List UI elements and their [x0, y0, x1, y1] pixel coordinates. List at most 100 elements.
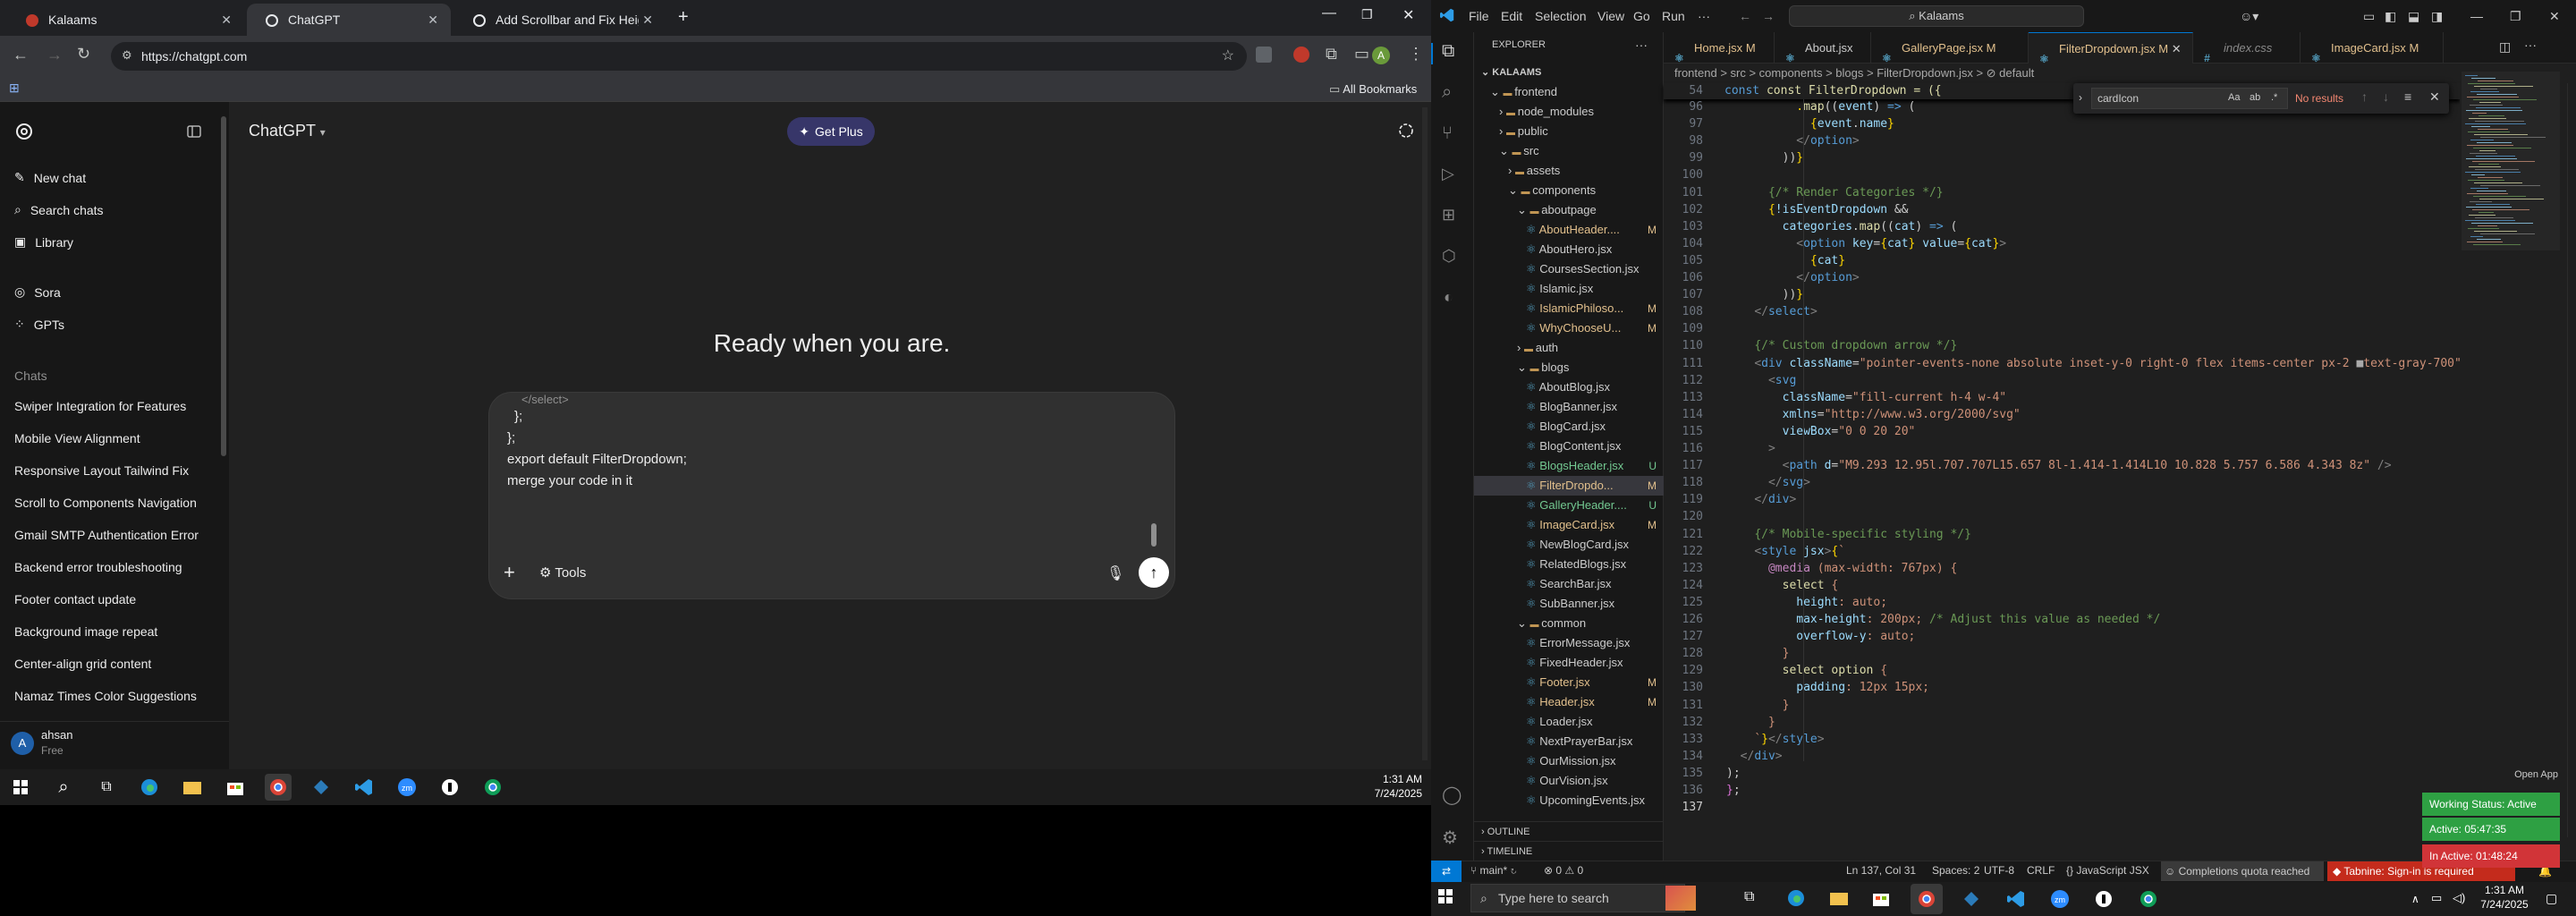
- match-case-icon[interactable]: Aa: [2228, 92, 2240, 103]
- chrome-tab-chatgpt[interactable]: ChatGPT ✕: [247, 4, 451, 36]
- file-tree-file[interactable]: ⚛ NextPrayerBar.jsx: [1474, 732, 1664, 751]
- file-tree-folder[interactable]: › ▬ auth: [1474, 338, 1664, 358]
- gpts-button[interactable]: ⁘ GPTs: [14, 317, 64, 332]
- prompt-composer[interactable]: </select> }; }; export default FilterDro…: [488, 392, 1175, 599]
- chat-history-item[interactable]: Mobile View Alignment: [14, 431, 140, 445]
- extension-icon[interactable]: [1256, 47, 1272, 63]
- chevron-right-icon[interactable]: ›: [2079, 91, 2082, 104]
- menu-view[interactable]: View: [1597, 9, 1624, 23]
- task-view-icon[interactable]: ⧉: [93, 774, 120, 801]
- cursor-position[interactable]: Ln 137, Col 31: [1846, 864, 1916, 877]
- copilot-icon[interactable]: ☺▾: [2240, 9, 2258, 24]
- vscode-icon[interactable]: [351, 774, 377, 801]
- layout-icon[interactable]: ▭: [2363, 9, 2375, 24]
- file-tree-file[interactable]: ⚛ GalleryHeader.... U: [1474, 496, 1664, 515]
- new-chat-button[interactable]: ✎ New chat: [14, 170, 86, 185]
- chat-history-item[interactable]: Responsive Layout Tailwind Fix: [14, 463, 189, 478]
- store-icon[interactable]: [1873, 890, 1889, 906]
- menu-edit[interactable]: Edit: [1501, 9, 1522, 23]
- source-control-icon[interactable]: ⑂: [1442, 123, 1453, 144]
- chrome-icon[interactable]: [1911, 884, 1943, 914]
- file-explorer-icon[interactable]: [1830, 891, 1848, 905]
- minimize-icon[interactable]: —: [1322, 5, 1336, 21]
- file-tree-file[interactable]: ⚛ WhyChooseU... M: [1474, 318, 1664, 338]
- composer-scrollbar[interactable]: [1151, 523, 1157, 547]
- close-icon[interactable]: ✕: [221, 13, 232, 28]
- forward-icon[interactable]: →: [47, 46, 63, 64]
- file-tree-folder[interactable]: ⌄ ▬ aboutpage: [1474, 200, 1664, 220]
- more-actions-icon[interactable]: ···: [2524, 38, 2537, 52]
- mongodb-leaf-icon[interactable]: ◐: [1444, 288, 1453, 307]
- tray-chevron-icon[interactable]: ∧: [2411, 893, 2419, 905]
- account-icon[interactable]: ◯: [1442, 784, 1462, 806]
- microphone-icon[interactable]: 🎙: [1106, 564, 1124, 582]
- file-explorer-icon[interactable]: [179, 774, 206, 801]
- find-input[interactable]: cardIcon Aa ab .*: [2091, 88, 2288, 109]
- chrome-menu-icon[interactable]: ⋮: [1408, 45, 1424, 64]
- chat-history-item[interactable]: Namaz Times Color Suggestions: [14, 689, 197, 703]
- indentation[interactable]: Spaces: 2: [1932, 864, 1979, 877]
- file-tree-file[interactable]: ⚛ SubBanner.jsx: [1474, 594, 1664, 614]
- explorer-icon[interactable]: ⧉: [1442, 41, 1454, 62]
- chat-history-item[interactable]: Center-align grid content: [14, 657, 151, 671]
- extensions-icon[interactable]: ⊞: [1442, 206, 1455, 225]
- file-tree-file[interactable]: ⚛ Header.jsx M: [1474, 692, 1664, 712]
- file-tree-file[interactable]: ⚛ CoursesSection.jsx: [1474, 259, 1664, 279]
- chat-history-item[interactable]: Background image repeat: [14, 624, 157, 639]
- app-icon[interactable]: [436, 774, 463, 801]
- run-debug-icon[interactable]: ▷: [1442, 165, 1454, 183]
- window-close-icon[interactable]: ✕: [2549, 9, 2560, 24]
- app-icon[interactable]: [308, 774, 335, 801]
- file-tree-file[interactable]: ⚛ SearchBar.jsx: [1474, 574, 1664, 594]
- start-icon[interactable]: [1438, 889, 1453, 903]
- file-tree-file[interactable]: ⚛ Islamic.jsx: [1474, 279, 1664, 299]
- file-tree-file[interactable]: ⚛ AboutBlog.jsx: [1474, 377, 1664, 397]
- file-tree-file[interactable]: ⚛ NewBlogCard.jsx: [1474, 535, 1664, 555]
- file-tree-file[interactable]: ⚛ OurVision.jsx: [1474, 771, 1664, 791]
- openai-logo-icon[interactable]: [14, 122, 34, 141]
- clock-date[interactable]: 7/24/2025: [2472, 898, 2537, 911]
- network-icon[interactable]: ▭: [2431, 891, 2442, 905]
- previous-match-icon[interactable]: ↑: [2361, 89, 2368, 104]
- whole-word-icon[interactable]: ab: [2250, 92, 2260, 103]
- menu-go[interactable]: Go: [1633, 9, 1650, 23]
- menu-run[interactable]: Run: [1662, 9, 1685, 23]
- send-button[interactable]: ↑: [1139, 557, 1169, 588]
- toggle-secondary-icon[interactable]: ◨: [2431, 9, 2443, 24]
- file-tree-file[interactable]: ⚛ BlogsHeader.jsx U: [1474, 456, 1664, 476]
- volume-icon[interactable]: ◁): [2453, 891, 2465, 905]
- get-plus-button[interactable]: ✦ Get Plus: [787, 117, 875, 146]
- open-app-link[interactable]: Open App: [2490, 769, 2558, 785]
- start-icon[interactable]: [7, 774, 34, 801]
- toggle-panel-icon[interactable]: ⬓: [2408, 9, 2419, 24]
- zoom-icon[interactable]: zm: [394, 774, 420, 801]
- model-selector[interactable]: ChatGPT ▾: [249, 122, 326, 140]
- taskbar-search[interactable]: ⌕ Type here to search: [1470, 884, 1685, 912]
- file-tree-file[interactable]: ⚛ ErrorMessage.jsx: [1474, 633, 1664, 653]
- chat-history-item[interactable]: Gmail SMTP Authentication Error: [14, 528, 199, 542]
- toggle-sidebar-icon[interactable]: ◧: [2385, 9, 2396, 24]
- outline-section[interactable]: › OUTLINE: [1474, 821, 1664, 841]
- close-sidebar-icon[interactable]: [186, 123, 202, 140]
- end-of-line[interactable]: CRLF: [2027, 864, 2055, 877]
- app-icon[interactable]: [1962, 890, 1980, 908]
- file-tree-folder[interactable]: › ▬ public: [1474, 122, 1664, 141]
- breadcrumb[interactable]: frontend > src > components > blogs > Fi…: [1664, 64, 2576, 83]
- remote-indicator-icon[interactable]: ⇄: [1431, 861, 1462, 882]
- clock-time[interactable]: 1:31 AM: [1360, 773, 1422, 785]
- regex-icon[interactable]: .*: [2271, 92, 2277, 103]
- editor-tab-active[interactable]: ⚛ FilterDropdown.jsx M ✕: [2029, 32, 2193, 65]
- remote-icon[interactable]: ⬡: [1442, 247, 1456, 266]
- chat-history-item[interactable]: Scroll to Components Navigation: [14, 496, 197, 510]
- nav-forward-icon[interactable]: →: [1762, 9, 1775, 23]
- chrome-icon[interactable]: [2140, 890, 2157, 908]
- sora-button[interactable]: ◎ Sora: [14, 284, 61, 300]
- close-icon[interactable]: ✕: [428, 13, 438, 28]
- file-tree-file[interactable]: ⚛ AboutHero.jsx: [1474, 240, 1664, 259]
- problems-indicator[interactable]: ⊗ 0 ⚠ 0: [1544, 864, 1583, 877]
- bookmark-star-icon[interactable]: ☆: [1222, 47, 1234, 64]
- address-bar[interactable]: ⚙ https://chatgpt.com ☆: [111, 42, 1247, 71]
- menu-file[interactable]: File: [1469, 9, 1489, 23]
- timeline-section[interactable]: › TIMELINE: [1474, 841, 1664, 861]
- clock-date[interactable]: 7/24/2025: [1360, 787, 1422, 800]
